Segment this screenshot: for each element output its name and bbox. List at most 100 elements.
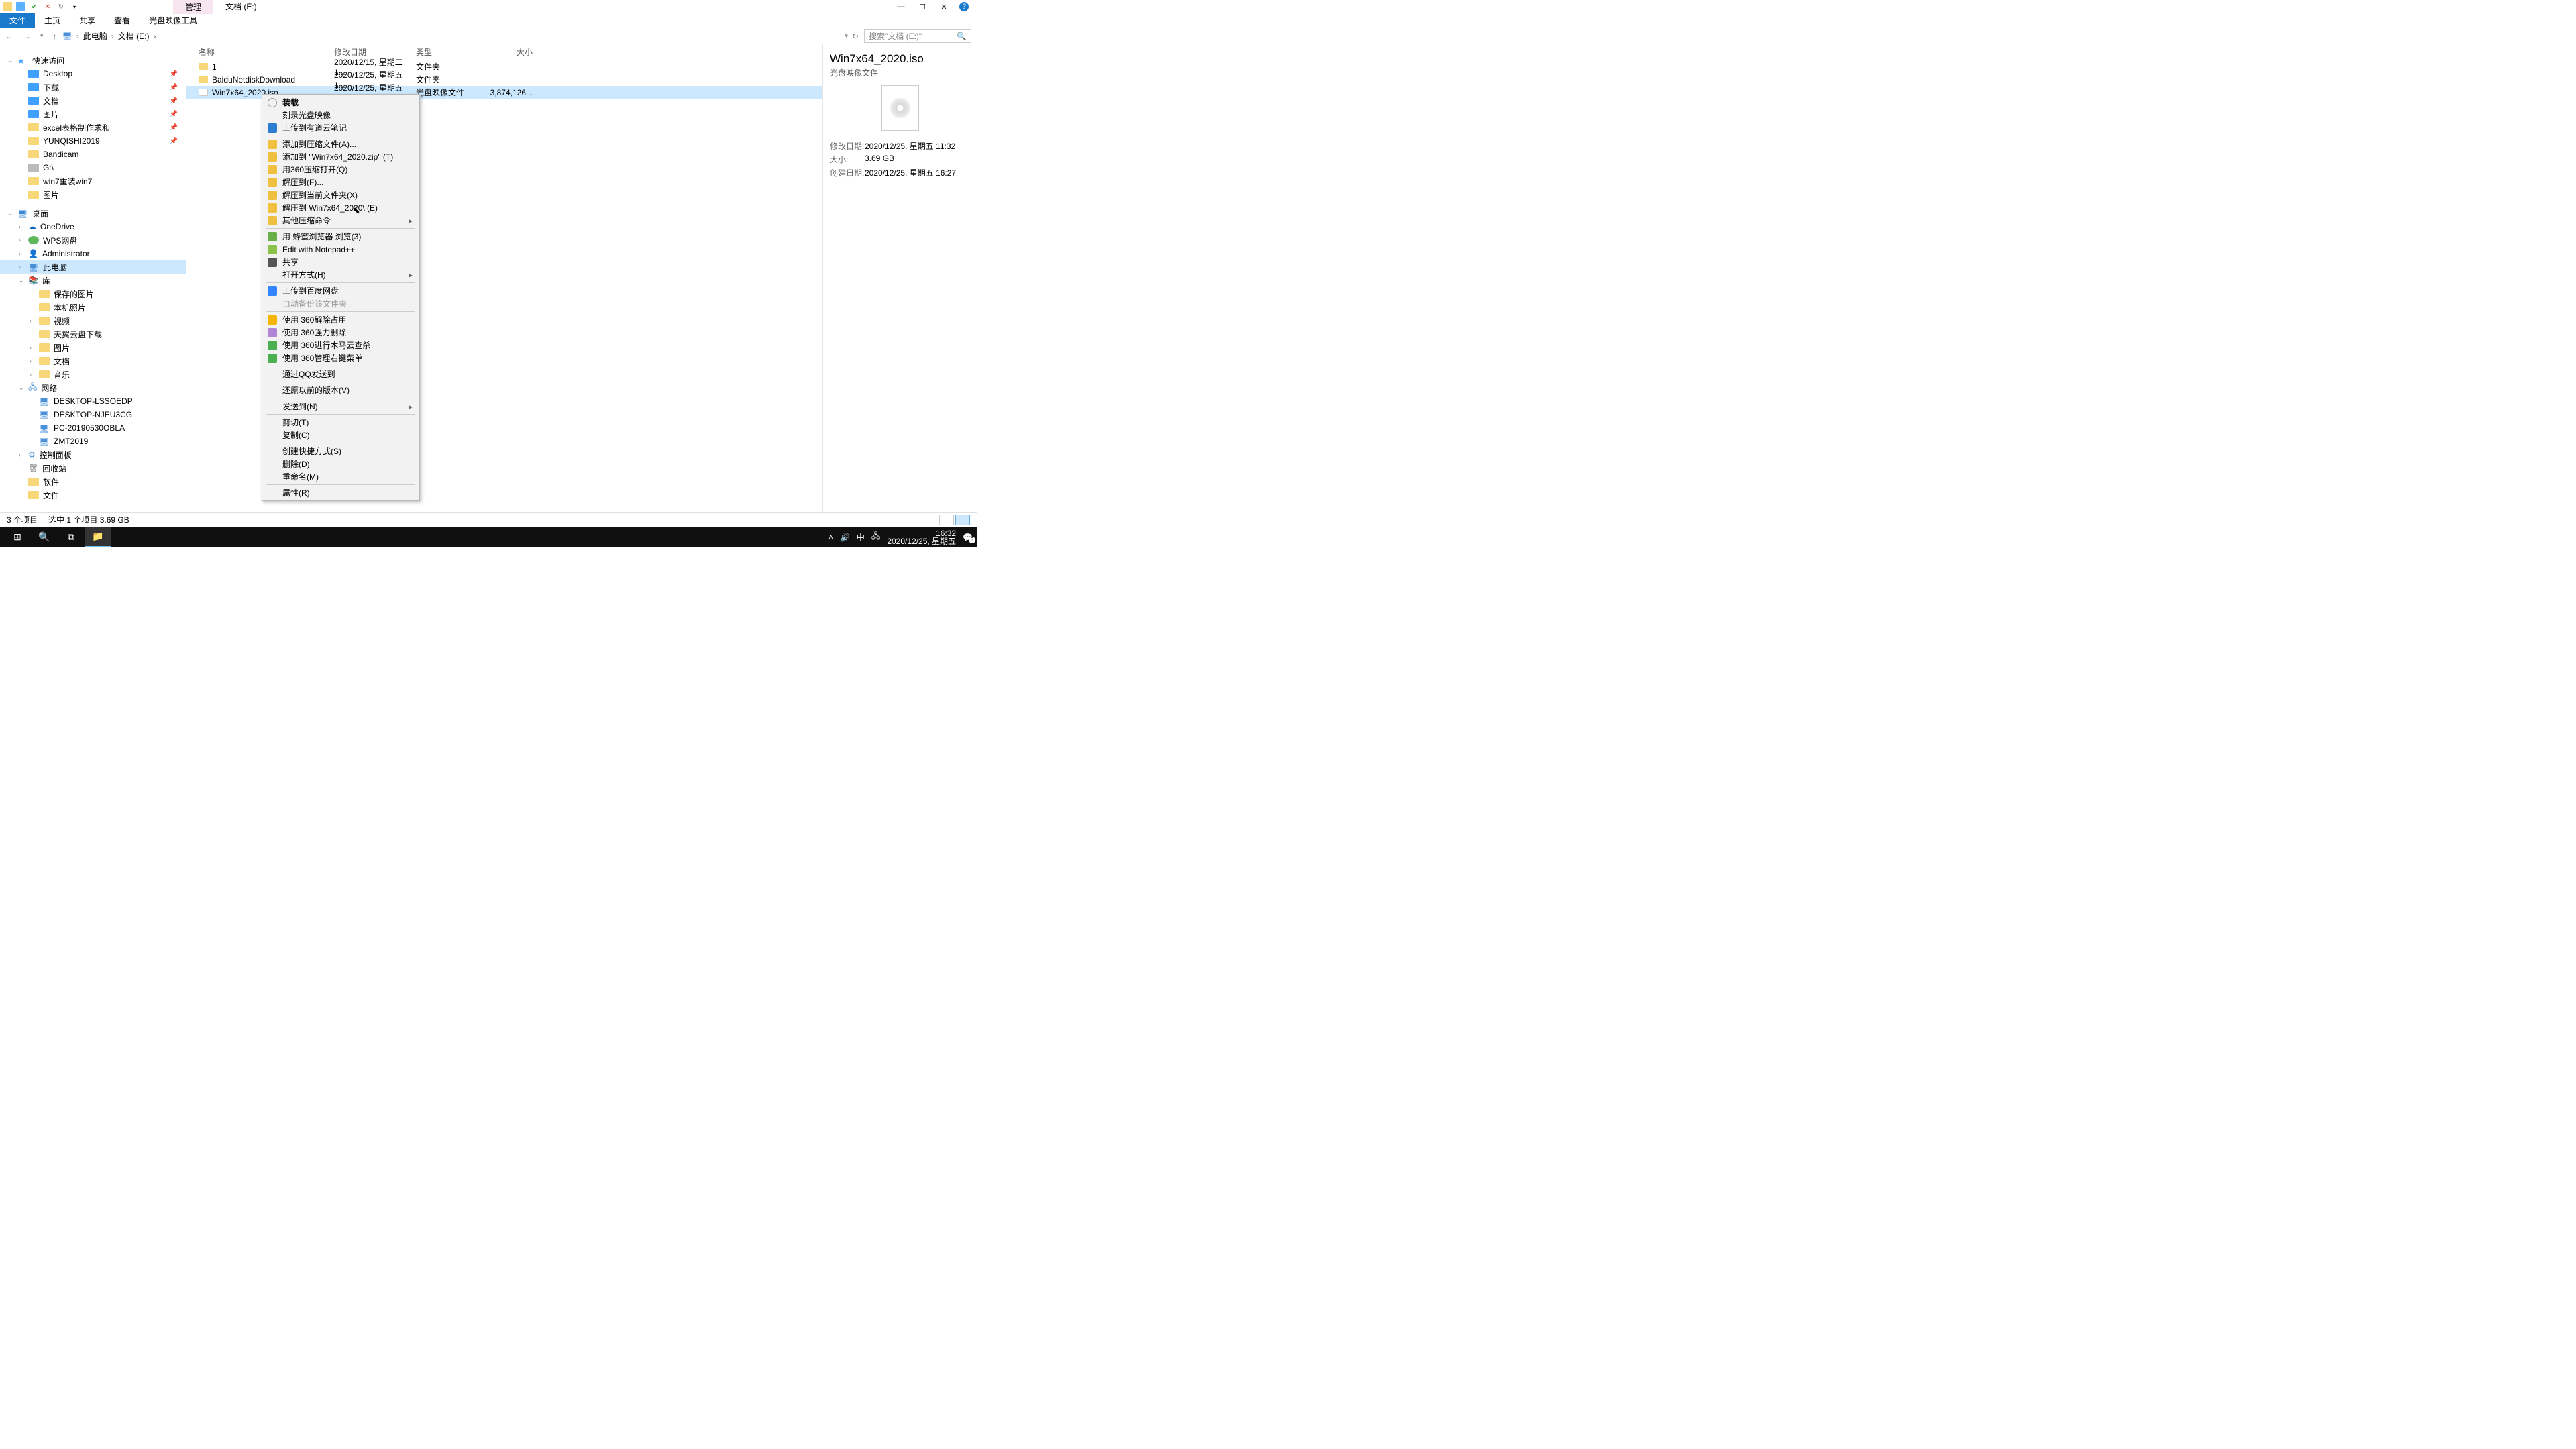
tree-item[interactable]: 保存的图片 <box>0 287 186 301</box>
check-icon[interactable]: ✔ <box>30 2 39 11</box>
menu-item[interactable]: 上传到有道云笔记 <box>264 121 418 134</box>
tree-item[interactable]: excel表格制作求和📌 <box>0 121 186 134</box>
menu-item[interactable]: Edit with Notepad++ <box>264 243 418 256</box>
tree-item[interactable]: 🖥DESKTOP-LSSOEDP <box>0 394 186 408</box>
tab-file[interactable]: 文件 <box>0 13 35 28</box>
up-button[interactable]: ↑ <box>53 32 57 41</box>
maximize-button[interactable]: ☐ <box>916 3 928 11</box>
forward-button[interactable]: → <box>23 32 31 41</box>
file-row[interactable]: BaiduNetdiskDownload2020/12/25, 星期五 1...… <box>186 73 822 86</box>
tree-desktop-root[interactable]: ⌄🖥桌面 <box>0 207 186 220</box>
tree-onedrive[interactable]: ›☁OneDrive <box>0 220 186 233</box>
sync-icon[interactable]: ↻ <box>56 2 66 11</box>
tree-item[interactable]: ›视频 <box>0 314 186 327</box>
tree-item[interactable]: win7重装win7 <box>0 174 186 188</box>
menu-item[interactable]: 共享 <box>264 256 418 268</box>
menu-item[interactable]: 上传到百度网盘 <box>264 284 418 297</box>
menu-item[interactable]: 通过QQ发送到 <box>264 368 418 380</box>
tab-home[interactable]: 主页 <box>35 13 70 28</box>
back-button[interactable]: ← <box>5 32 13 41</box>
search-button[interactable]: 🔍 <box>31 527 58 547</box>
menu-item[interactable]: 属性(R) <box>264 486 418 499</box>
tree-admin[interactable]: ›👤Administrator <box>0 247 186 260</box>
menu-item[interactable]: 其他压缩命令▸ <box>264 214 418 227</box>
start-button[interactable]: ⊞ <box>4 527 31 547</box>
tree-libraries[interactable]: ⌄📚库 <box>0 274 186 287</box>
tree-pictures[interactable]: 图片📌 <box>0 107 186 121</box>
menu-item[interactable]: 使用 360强力删除 <box>264 326 418 339</box>
tree-item[interactable]: 图片 <box>0 188 186 201</box>
tree-item[interactable]: G:\ <box>0 161 186 174</box>
task-view-button[interactable]: ⧉ <box>58 527 85 547</box>
tree-recycle[interactable]: 🗑回收站 <box>0 462 186 475</box>
menu-item[interactable]: 刻录光盘映像 <box>264 109 418 121</box>
tree-item[interactable]: 🖥ZMT2019 <box>0 435 186 448</box>
header-size[interactable]: 大小 <box>483 46 537 58</box>
view-thumb-button[interactable] <box>939 515 954 525</box>
tree-item[interactable]: 文件 <box>0 488 186 502</box>
menu-item[interactable]: 删除(D) <box>264 458 418 470</box>
tab-iso-tools[interactable]: 光盘映像工具 <box>140 13 207 28</box>
context-menu[interactable]: 装载刻录光盘映像上传到有道云笔记添加到压缩文件(A)...添加到 "Win7x6… <box>262 94 420 501</box>
tree-documents[interactable]: 文档📌 <box>0 94 186 107</box>
tree-desktop[interactable]: Desktop📌 <box>0 67 186 80</box>
menu-item[interactable]: 还原以前的版本(V) <box>264 384 418 396</box>
search-input[interactable]: 搜索"文档 (E:)" 🔍 <box>864 29 971 43</box>
header-type[interactable]: 类型 <box>416 46 483 58</box>
tree-item[interactable]: 🖥PC-20190530OBLA <box>0 421 186 435</box>
menu-item[interactable]: 复制(C) <box>264 429 418 441</box>
view-details-button[interactable] <box>955 515 970 525</box>
help-button[interactable]: ? <box>959 2 969 11</box>
action-center-icon[interactable]: 💬3 <box>963 533 973 542</box>
breadcrumb[interactable]: 🖥 › 此电脑 › 文档 (E:) › ▾ ↻ <box>60 30 861 42</box>
chevron-down-icon[interactable]: ▾ <box>40 32 44 40</box>
tree-wps[interactable]: ›WPS网盘 <box>0 233 186 247</box>
menu-item[interactable]: 重命名(M) <box>264 470 418 483</box>
nav-tree[interactable]: ⌄★快速访问 Desktop📌 下载📌 文档📌 图片📌 excel表格制作求和📌… <box>0 44 186 512</box>
tree-item[interactable]: YUNQISHI2019📌 <box>0 134 186 148</box>
tree-network[interactable]: ⌄🖧网络 <box>0 381 186 394</box>
menu-item[interactable]: 解压到 Win7x64_2020\ (E) <box>264 201 418 214</box>
menu-item[interactable]: 用 蜂蜜浏览器 浏览(3) <box>264 230 418 243</box>
tree-item[interactable]: 本机照片 <box>0 301 186 314</box>
tree-this-pc[interactable]: ›🖥此电脑 <box>0 260 186 274</box>
menu-item[interactable]: 剪切(T) <box>264 416 418 429</box>
taskbar[interactable]: ⊞ 🔍 ⧉ 📁 ˄ 🔊 中 🖧 16:32 2020/12/25, 星期五 💬3 <box>0 527 977 547</box>
menu-item[interactable]: 用360压缩打开(Q) <box>264 163 418 176</box>
header-name[interactable]: 名称 <box>186 46 334 58</box>
menu-item[interactable]: 使用 360进行木马云查杀 <box>264 339 418 352</box>
menu-item[interactable]: 装载 <box>264 96 418 109</box>
tab-share[interactable]: 共享 <box>70 13 105 28</box>
menu-item[interactable]: 解压到当前文件夹(X) <box>264 189 418 201</box>
tree-item[interactable]: 天翼云盘下载 <box>0 327 186 341</box>
minimize-button[interactable]: — <box>895 3 907 11</box>
chevron-down-icon[interactable]: ▾ <box>845 32 848 40</box>
explorer-taskbar-icon[interactable]: 📁 <box>85 527 111 547</box>
menu-item[interactable]: 添加到压缩文件(A)... <box>264 138 418 150</box>
menu-item[interactable]: 打开方式(H)▸ <box>264 268 418 281</box>
network-icon[interactable]: 🖧 <box>871 530 880 544</box>
qat-item[interactable] <box>16 2 25 11</box>
breadcrumb-loc[interactable]: 文档 (E:) <box>118 30 150 42</box>
tree-item[interactable]: ›文档 <box>0 354 186 368</box>
tree-item[interactable]: 软件 <box>0 475 186 488</box>
tree-item[interactable]: ›图片 <box>0 341 186 354</box>
clock[interactable]: 16:32 2020/12/25, 星期五 <box>887 529 956 545</box>
menu-item[interactable]: 解压到(F)... <box>264 176 418 189</box>
tree-control-panel[interactable]: ›⚙控制面板 <box>0 448 186 462</box>
refresh-button[interactable]: ↻ <box>852 32 859 41</box>
volume-icon[interactable]: 🔊 <box>840 533 850 542</box>
ime-indicator[interactable]: 中 <box>857 531 865 543</box>
tab-view[interactable]: 查看 <box>105 13 140 28</box>
breadcrumb-pc[interactable]: 此电脑 <box>83 30 107 42</box>
tray-chevron-icon[interactable]: ˄ <box>828 533 833 542</box>
file-row[interactable]: 12020/12/15, 星期二 1...文件夹 <box>186 60 822 73</box>
menu-item[interactable]: 发送到(N)▸ <box>264 400 418 413</box>
tree-downloads[interactable]: 下载📌 <box>0 80 186 94</box>
context-tab-manage[interactable]: 管理 <box>173 0 213 14</box>
tree-item[interactable]: ›音乐 <box>0 368 186 381</box>
close-red-icon[interactable]: ✕ <box>43 2 52 11</box>
menu-item[interactable]: 添加到 "Win7x64_2020.zip" (T) <box>264 150 418 163</box>
menu-item[interactable]: 创建快捷方式(S) <box>264 445 418 458</box>
tree-item[interactable]: 🖥DESKTOP-NJEU3CG <box>0 408 186 421</box>
